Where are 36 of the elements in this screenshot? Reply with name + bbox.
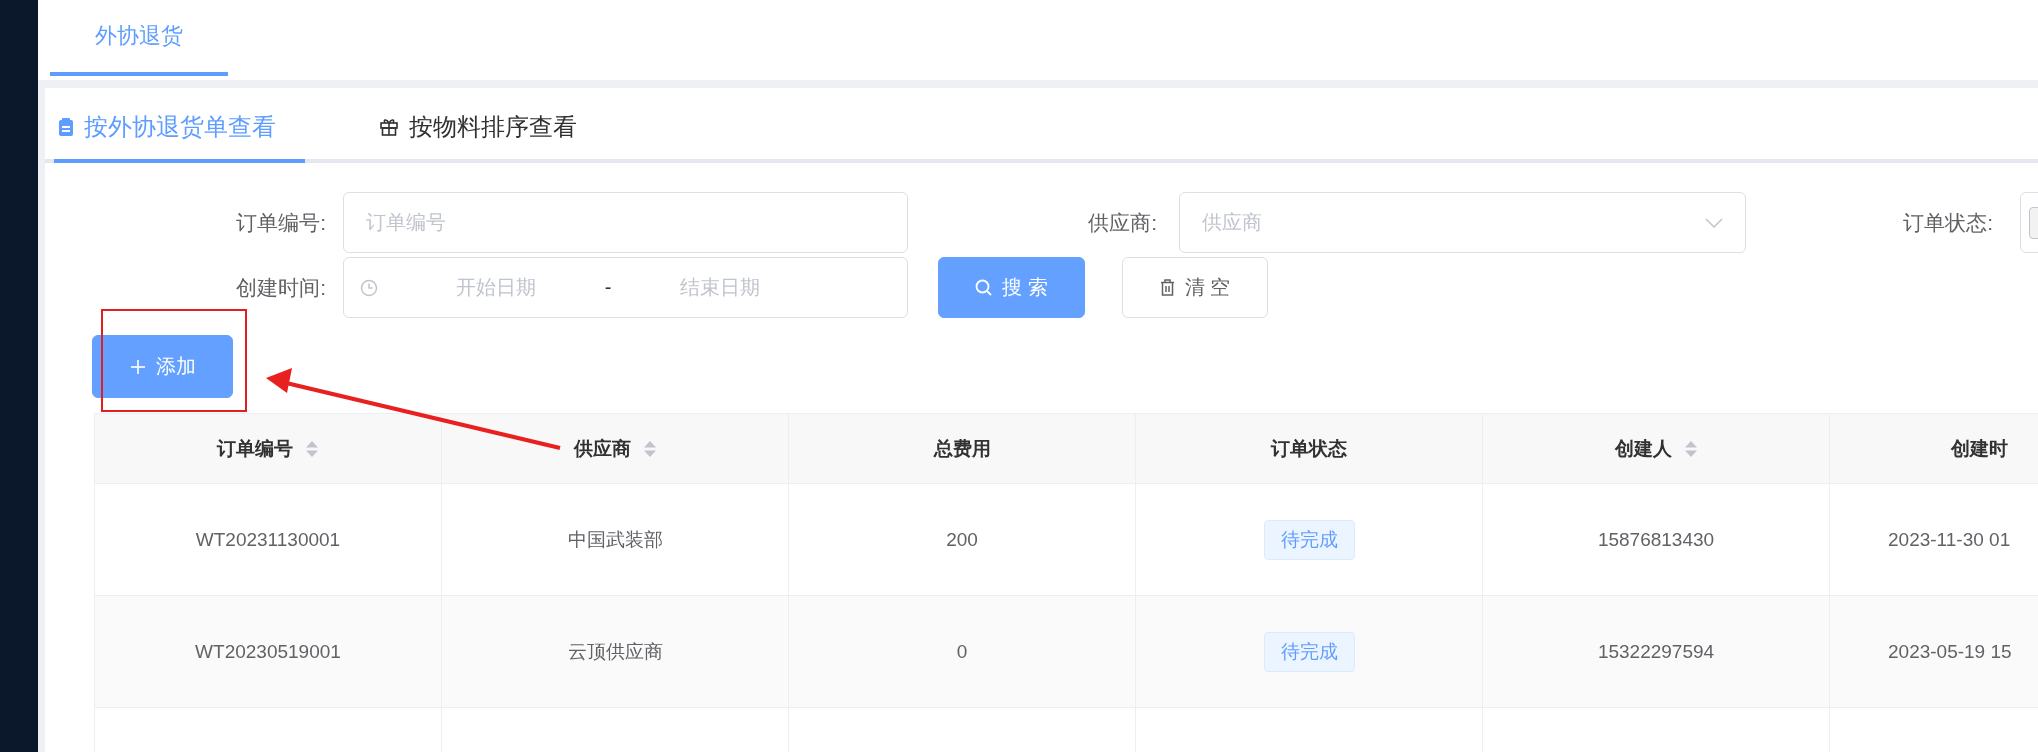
sort-icon (1683, 439, 1698, 458)
table-cell-text: 云顶供应商 (567, 639, 663, 664)
view-tab[interactable]: 按物料排序查看 (375, 88, 581, 163)
clipboard-icon (58, 116, 74, 137)
column-header[interactable]: 订单编号 (95, 414, 442, 484)
sort-icon (305, 439, 319, 458)
field-label: 创建时间: (235, 274, 327, 301)
field-label: 供应商: (1087, 209, 1158, 236)
chevron-down-icon (1705, 217, 1723, 228)
date-range-input[interactable]: 开始日期 - 结束日期 (343, 257, 908, 318)
field-label: 订单状态: (1902, 209, 1994, 236)
table-cell: WT20230519001 (195, 640, 341, 663)
search-icon (975, 279, 993, 296)
table-cell: 0 (956, 640, 968, 663)
table-cell-text: 中国武装部 (567, 527, 663, 552)
plus-icon (129, 358, 146, 375)
table-cell: 15322297594 (1597, 640, 1715, 663)
field-label: 订单编号: (235, 209, 327, 236)
status-tag: 待完成 (1263, 519, 1355, 560)
column-header: 总费用 (789, 414, 1136, 484)
table-cell: WT20231130001 (195, 528, 341, 551)
table-cell: 15876813430 (1597, 528, 1715, 551)
clock-icon (360, 278, 378, 297)
status-tag: 待完成 (1263, 631, 1355, 672)
table-cell: 2023-05-19 15 (1888, 640, 2012, 663)
table-cell: 2023-11-30 01 (1888, 528, 2011, 551)
column-header[interactable]: 供应商 (442, 414, 789, 484)
table-cell: 200 (946, 528, 978, 551)
column-header[interactable]: 创建人 (1483, 414, 1830, 484)
sort-icon (642, 439, 657, 458)
gift-icon (379, 116, 399, 137)
column-header: 创建时 (1830, 414, 2038, 484)
clear-button[interactable]: 清 空 (1122, 257, 1268, 318)
trash-icon (1159, 279, 1175, 296)
column-header: 订单状态 (1136, 414, 1483, 484)
order-number-input[interactable]: 订单编号 (343, 192, 908, 253)
